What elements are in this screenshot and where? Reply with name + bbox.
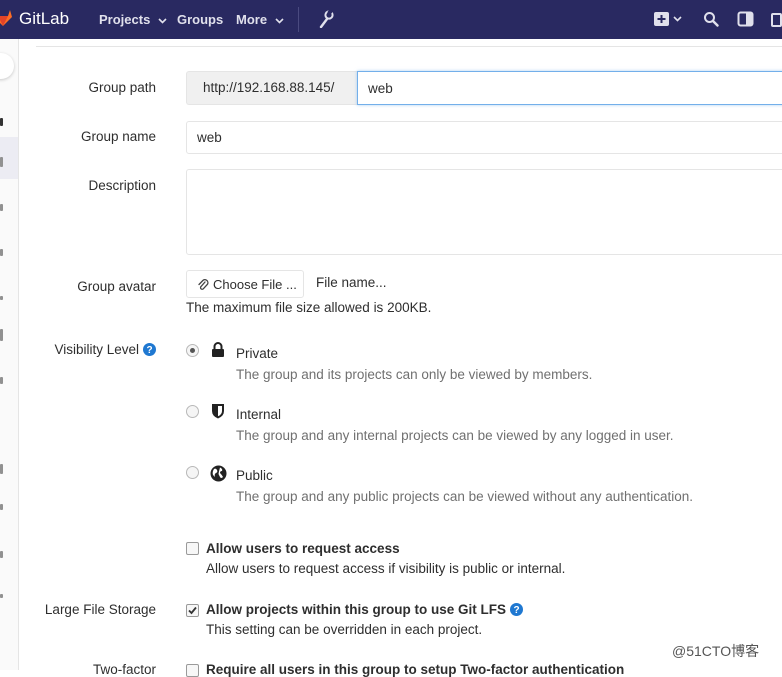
sidebar-item-icon[interactable]: [0, 249, 3, 256]
gitlab-logo-icon[interactable]: [0, 9, 12, 27]
group-path-prefix: http://192.168.88.145/: [186, 71, 358, 105]
chevron-down-icon: [275, 17, 284, 24]
group-path-input[interactable]: [357, 71, 782, 105]
visibility-level-label: Visibility Level?: [54, 342, 156, 357]
sidebar-item-icon[interactable]: [0, 329, 3, 341]
lfs-title-text: Allow projects within this group to use …: [206, 602, 506, 617]
request-access-desc: Allow users to request access if visibil…: [206, 561, 566, 576]
admin-wrench-icon[interactable]: [318, 10, 334, 28]
chevron-down-icon: [158, 17, 167, 24]
visibility-internal-title: Internal: [236, 407, 282, 422]
sidebar-item-icon[interactable]: [0, 594, 3, 598]
group-name-label: Group name: [80, 129, 156, 144]
visibility-private-desc: The group and its projects can only be v…: [236, 367, 593, 382]
lfs-label: Large File Storage: [44, 602, 156, 617]
nav-more-label: More: [236, 12, 268, 27]
nav-projects[interactable]: Projects: [99, 12, 167, 27]
question-circle-icon[interactable]: ?: [510, 603, 523, 616]
sidebar-item-icon[interactable]: [0, 118, 3, 126]
checkmark-icon: [188, 606, 197, 615]
svg-text:?: ?: [146, 345, 152, 356]
description-label: Description: [88, 178, 156, 193]
nav-divider: [298, 7, 299, 32]
sidebar-item-icon[interactable]: [0, 504, 3, 510]
new-plus-icon: [654, 12, 682, 26]
sidebar-item-icon[interactable]: [0, 551, 3, 558]
request-access-title: Allow users to request access: [206, 541, 400, 556]
lfs-desc: This setting can be overridden in each p…: [206, 622, 483, 637]
lfs-title: Allow projects within this group to use …: [206, 602, 523, 617]
lock-icon: [212, 342, 224, 357]
file-name-text: File name...: [316, 275, 387, 290]
visibility-public-desc: The group and any public projects can be…: [236, 489, 694, 504]
todo-sidebar-icon[interactable]: [737, 11, 755, 27]
avatar-size-hint: The maximum file size allowed is 200KB.: [186, 300, 432, 315]
lfs-checkbox[interactable]: [186, 604, 199, 617]
choose-file-label: Choose File ...: [213, 277, 297, 292]
sidebar-item-icon[interactable]: [0, 377, 3, 384]
search-icon[interactable]: [703, 11, 719, 27]
two-factor-checkbox[interactable]: [186, 664, 199, 677]
watermark-text: @51CTO博客: [672, 643, 760, 659]
new-dropdown[interactable]: [653, 11, 683, 30]
svg-text:?: ?: [513, 605, 519, 616]
visibility-private-radio[interactable]: [186, 344, 199, 357]
visibility-internal-desc: The group and any internal projects can …: [236, 428, 674, 443]
visibility-public-radio[interactable]: [186, 466, 199, 479]
visibility-level-text: Visibility Level: [54, 342, 139, 357]
group-avatar-label: Group avatar: [77, 279, 156, 294]
visibility-internal-radio[interactable]: [186, 405, 199, 418]
sidebar-item-icon[interactable]: [0, 296, 3, 300]
issues-icon[interactable]: [771, 13, 782, 27]
sidebar-item-icon[interactable]: [0, 157, 3, 167]
choose-file-button[interactable]: Choose File ...: [186, 270, 304, 298]
nav-more[interactable]: More: [236, 12, 284, 27]
brand-name[interactable]: GitLab: [19, 9, 69, 29]
globe-icon: [210, 465, 227, 482]
group-path-label: Group path: [88, 80, 156, 95]
top-navbar: GitLab Projects Groups More: [0, 0, 782, 39]
sidebar-item-icon[interactable]: [0, 464, 3, 474]
shield-icon: [212, 404, 224, 419]
left-sidebar: [0, 39, 19, 670]
paperclip-icon: [198, 279, 209, 290]
sidebar-item-icon[interactable]: [0, 204, 3, 211]
request-access-checkbox[interactable]: [186, 542, 199, 555]
description-textarea[interactable]: [186, 169, 782, 255]
nav-groups[interactable]: Groups: [177, 12, 223, 27]
sidebar-collapse-toggle[interactable]: [0, 53, 14, 79]
nav-projects-label: Projects: [99, 12, 151, 27]
question-circle-icon[interactable]: ?: [143, 343, 156, 356]
visibility-private-title: Private: [236, 346, 279, 361]
visibility-public-title: Public: [236, 468, 273, 483]
form-top-divider: [36, 46, 782, 47]
group-name-input[interactable]: [186, 121, 782, 154]
